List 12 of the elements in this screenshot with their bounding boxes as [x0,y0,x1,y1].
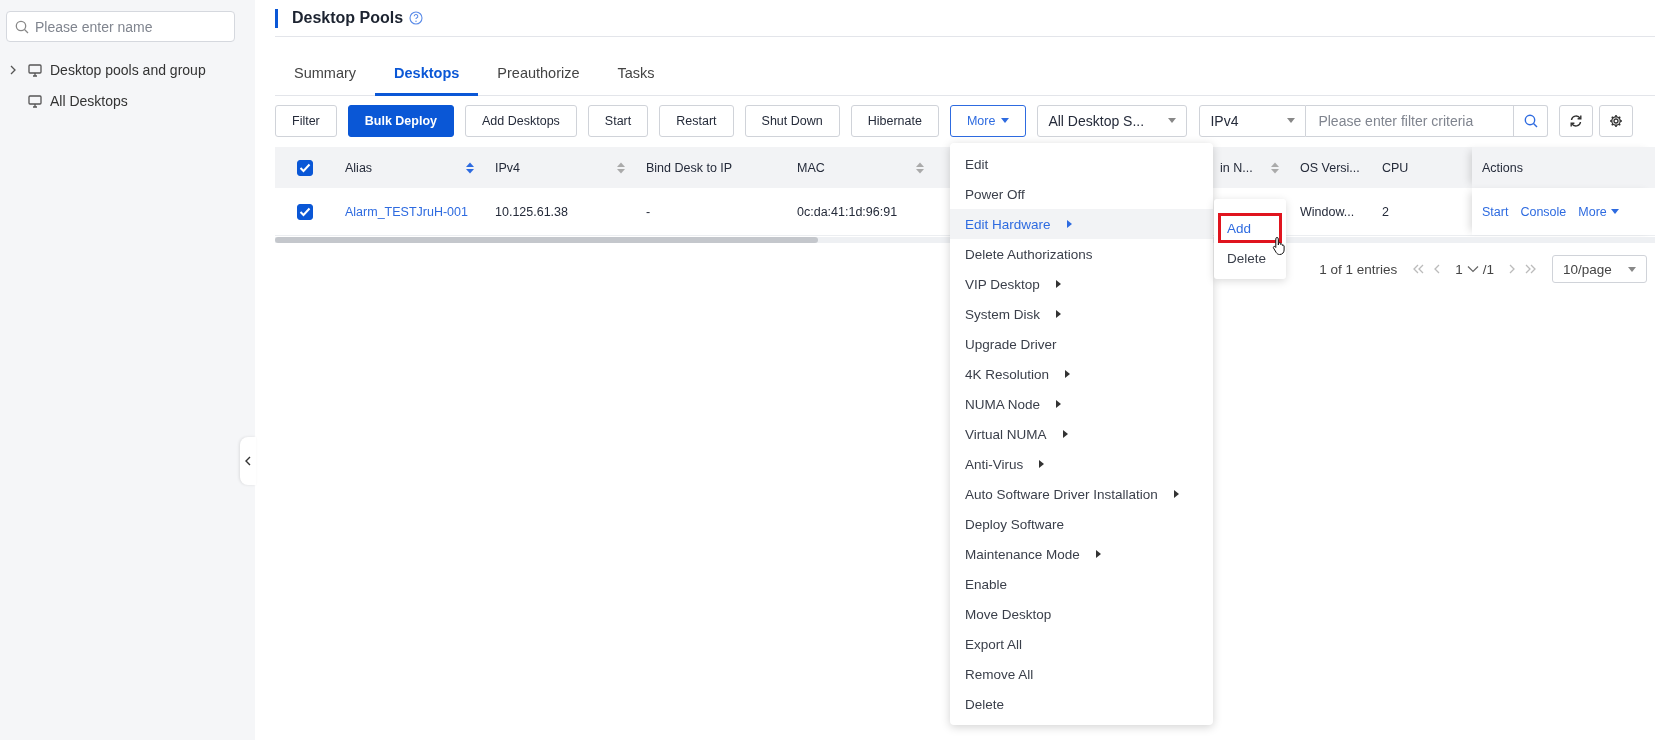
table-cell: - [646,204,651,219]
column-header: Actions [1482,160,1523,175]
table-cell: 0c:da:41:1d:96:91 [797,204,898,219]
column-header: CPU [1382,160,1409,175]
column-header: OS Versi... [1300,160,1360,175]
table-cell: Window... [1300,204,1355,219]
column-header: Bind Desk to IP [646,160,733,175]
page-total: /1 [1482,261,1494,277]
page-title: Desktop Pools [292,9,404,27]
table-cell: 2 [1382,204,1389,219]
table-cell: 10.125.61.38 [495,204,568,219]
entries-count: 1 of 1 entries [1319,261,1398,277]
